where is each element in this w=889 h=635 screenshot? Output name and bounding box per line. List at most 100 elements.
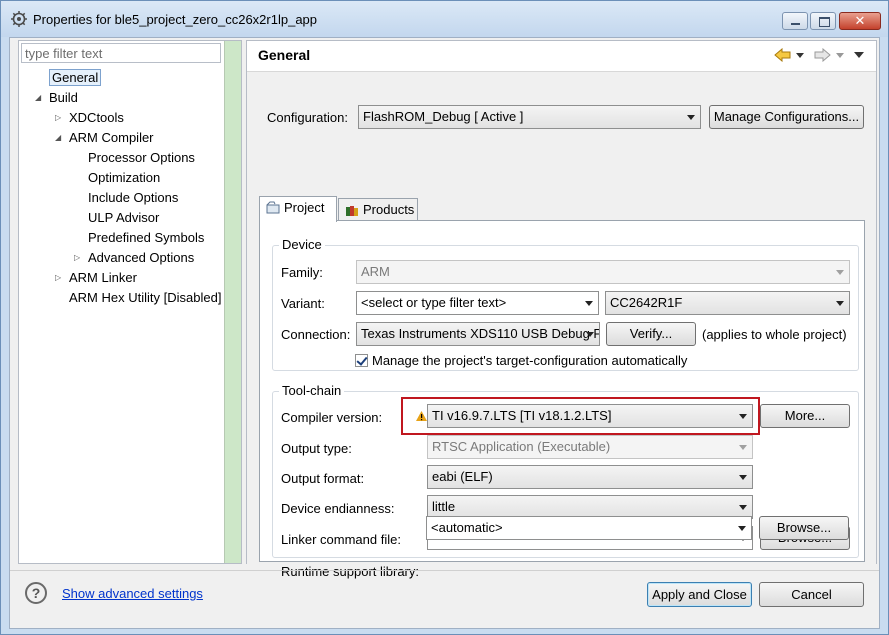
help-icon[interactable]: ? bbox=[25, 582, 47, 604]
chevron-down-icon bbox=[585, 301, 593, 306]
endianness-value: little bbox=[432, 499, 456, 514]
output-format-select[interactable]: eabi (ELF) bbox=[427, 465, 753, 489]
warning-icon bbox=[416, 411, 427, 421]
tree-item[interactable]: Optimization bbox=[88, 169, 160, 187]
connection-select[interactable]: Texas Instruments XDS110 USB Debug Probe bbox=[356, 322, 600, 346]
tree-item-label: Include Options bbox=[88, 190, 179, 205]
family-select[interactable]: ARM bbox=[356, 260, 850, 284]
runtime-lib-label: Runtime support library: bbox=[281, 564, 419, 579]
close-button[interactable]: ✕ bbox=[839, 12, 881, 30]
toolchain-group-title: Tool-chain bbox=[279, 383, 345, 398]
tree-item[interactable]: ▷ XDCtools bbox=[55, 109, 124, 127]
dialog-client: General ◢ Build ▷ XDCtools ◢ ARM Compiler Proce… bbox=[9, 37, 880, 629]
tree-item[interactable]: ◢ Build bbox=[35, 89, 78, 107]
tree-item[interactable]: ◢ ARM Compiler bbox=[55, 129, 154, 147]
variant-select[interactable]: CC2642R1F bbox=[605, 291, 850, 315]
minimize-button[interactable] bbox=[782, 12, 808, 30]
tab-products[interactable]: Products bbox=[338, 198, 418, 222]
back-menu-chevron-icon[interactable] bbox=[796, 53, 804, 59]
collapsed-triangle-icon[interactable]: ▷ bbox=[74, 249, 80, 267]
project-tab-panel: Device Family: ARM Variant: <select or t… bbox=[259, 220, 865, 579]
variant-value: CC2642R1F bbox=[610, 295, 683, 310]
device-group-title: Device bbox=[279, 237, 325, 252]
chevron-down-icon bbox=[739, 445, 747, 450]
chevron-down-icon bbox=[836, 301, 844, 306]
tab-project-label: Project bbox=[284, 200, 325, 215]
category-panel: General ◢ Build ▷ XDCtools ◢ ARM Compiler Proce… bbox=[18, 40, 242, 564]
page-header: General bbox=[247, 41, 876, 69]
title-bar[interactable]: Properties for ble5_project_zero_cc26x2r… bbox=[1, 1, 888, 37]
tree-item[interactable]: General bbox=[49, 69, 102, 87]
variant-filter-text: <select or type filter text> bbox=[361, 295, 507, 310]
page-title: General bbox=[258, 47, 311, 63]
tree-item[interactable]: ▷ ARM Linker bbox=[55, 269, 137, 287]
output-type-label: Output type: bbox=[281, 441, 352, 456]
applies-note: (applies to whole project) bbox=[702, 327, 847, 342]
products-books-icon bbox=[346, 206, 358, 216]
tree-scrollbar[interactable] bbox=[224, 41, 241, 563]
show-advanced-settings-link[interactable]: Show advanced settings bbox=[62, 586, 203, 601]
view-menu-icon[interactable] bbox=[854, 52, 864, 59]
configuration-select[interactable]: FlashROM_Debug [ Active ] bbox=[358, 105, 701, 129]
project-folder-icon bbox=[266, 201, 280, 214]
cancel-button[interactable]: Cancel bbox=[759, 582, 864, 607]
endianness-label: Device endianness: bbox=[281, 501, 395, 516]
tree-item[interactable]: ▷ Advanced Options bbox=[74, 249, 194, 267]
expanded-triangle-icon[interactable]: ◢ bbox=[35, 89, 41, 107]
forward-menu-chevron-icon[interactable] bbox=[836, 53, 844, 59]
output-type-select[interactable]: RTSC Application (Executable) bbox=[427, 435, 753, 459]
footer-separator bbox=[10, 570, 879, 571]
forward-arrow-icon[interactable] bbox=[813, 48, 831, 62]
eclipse-gear-icon bbox=[11, 11, 27, 27]
compiler-version-select[interactable]: TI v16.9.7.LTS [TI v18.1.2.LTS] bbox=[427, 404, 753, 428]
family-label: Family: bbox=[281, 265, 323, 280]
more-button[interactable]: More... bbox=[760, 404, 850, 428]
manage-configurations-button[interactable]: Manage Configurations... bbox=[709, 105, 864, 129]
tree-item-label: Predefined Symbols bbox=[88, 230, 205, 245]
tab-project[interactable]: Project bbox=[259, 196, 337, 222]
tree-item-label: XDCtools bbox=[69, 110, 124, 125]
tree-item-label: ARM Hex Utility [Disabled] bbox=[69, 290, 222, 305]
output-type-value: RTSC Application (Executable) bbox=[432, 439, 611, 454]
verify-button[interactable]: Verify... bbox=[606, 322, 696, 346]
tree-item-label: ARM Linker bbox=[69, 270, 137, 285]
tree-item-label: General bbox=[49, 69, 102, 86]
compiler-version-value: TI v16.9.7.LTS [TI v18.1.2.LTS] bbox=[432, 408, 612, 423]
collapsed-triangle-icon[interactable]: ▷ bbox=[55, 269, 61, 287]
tree-item[interactable]: ARM Hex Utility [Disabled] bbox=[69, 289, 221, 307]
runtime-lib-combo[interactable]: <automatic> bbox=[426, 516, 752, 540]
linker-cmd-label: Linker command file: bbox=[281, 532, 401, 547]
manage-target-config-checkbox[interactable] bbox=[355, 354, 368, 367]
variant-label: Variant: bbox=[281, 296, 325, 311]
properties-dialog: Properties for ble5_project_zero_cc26x2r… bbox=[0, 0, 889, 635]
expanded-triangle-icon[interactable]: ◢ bbox=[55, 129, 61, 147]
tree-item[interactable]: Processor Options bbox=[88, 149, 195, 167]
configuration-label: Configuration: bbox=[267, 110, 348, 125]
tree-item-label: Optimization bbox=[88, 170, 161, 185]
tree-item-label: Processor Options bbox=[88, 150, 195, 165]
maximize-button[interactable] bbox=[810, 12, 836, 30]
tree-item[interactable]: Predefined Symbols bbox=[88, 229, 204, 247]
chevron-down-icon bbox=[738, 526, 746, 531]
connection-label: Connection: bbox=[281, 327, 351, 342]
page-body: Configuration: FlashROM_Debug [ Active ]… bbox=[247, 71, 876, 579]
tree-item[interactable]: Include Options bbox=[88, 189, 178, 207]
tab-products-label: Products bbox=[363, 202, 415, 217]
chevron-down-icon bbox=[739, 475, 747, 480]
filter-input[interactable] bbox=[21, 43, 221, 63]
tree-item-label: ULP Advisor bbox=[88, 210, 160, 225]
variant-filter-combo[interactable]: <select or type filter text> bbox=[356, 291, 599, 315]
back-arrow-icon[interactable] bbox=[774, 48, 792, 62]
tree-item[interactable]: ULP Advisor bbox=[88, 209, 159, 227]
chevron-down-icon bbox=[836, 270, 844, 275]
browse-runtime-button[interactable]: Browse... bbox=[759, 516, 849, 540]
compiler-version-label: Compiler version: bbox=[281, 410, 383, 425]
window-title: Properties for ble5_project_zero_cc26x2r… bbox=[33, 12, 318, 27]
close-icon: ✕ bbox=[854, 13, 866, 28]
tree-item-label: Build bbox=[49, 90, 78, 105]
chevron-down-icon bbox=[739, 505, 747, 510]
apply-and-close-button[interactable]: Apply and Close bbox=[647, 582, 752, 607]
collapsed-triangle-icon[interactable]: ▷ bbox=[55, 109, 61, 127]
settings-panel: General Configuration: FlashROM_Debug [ … bbox=[246, 40, 877, 579]
manage-target-config-label[interactable]: Manage the project's target-configuratio… bbox=[372, 353, 687, 368]
